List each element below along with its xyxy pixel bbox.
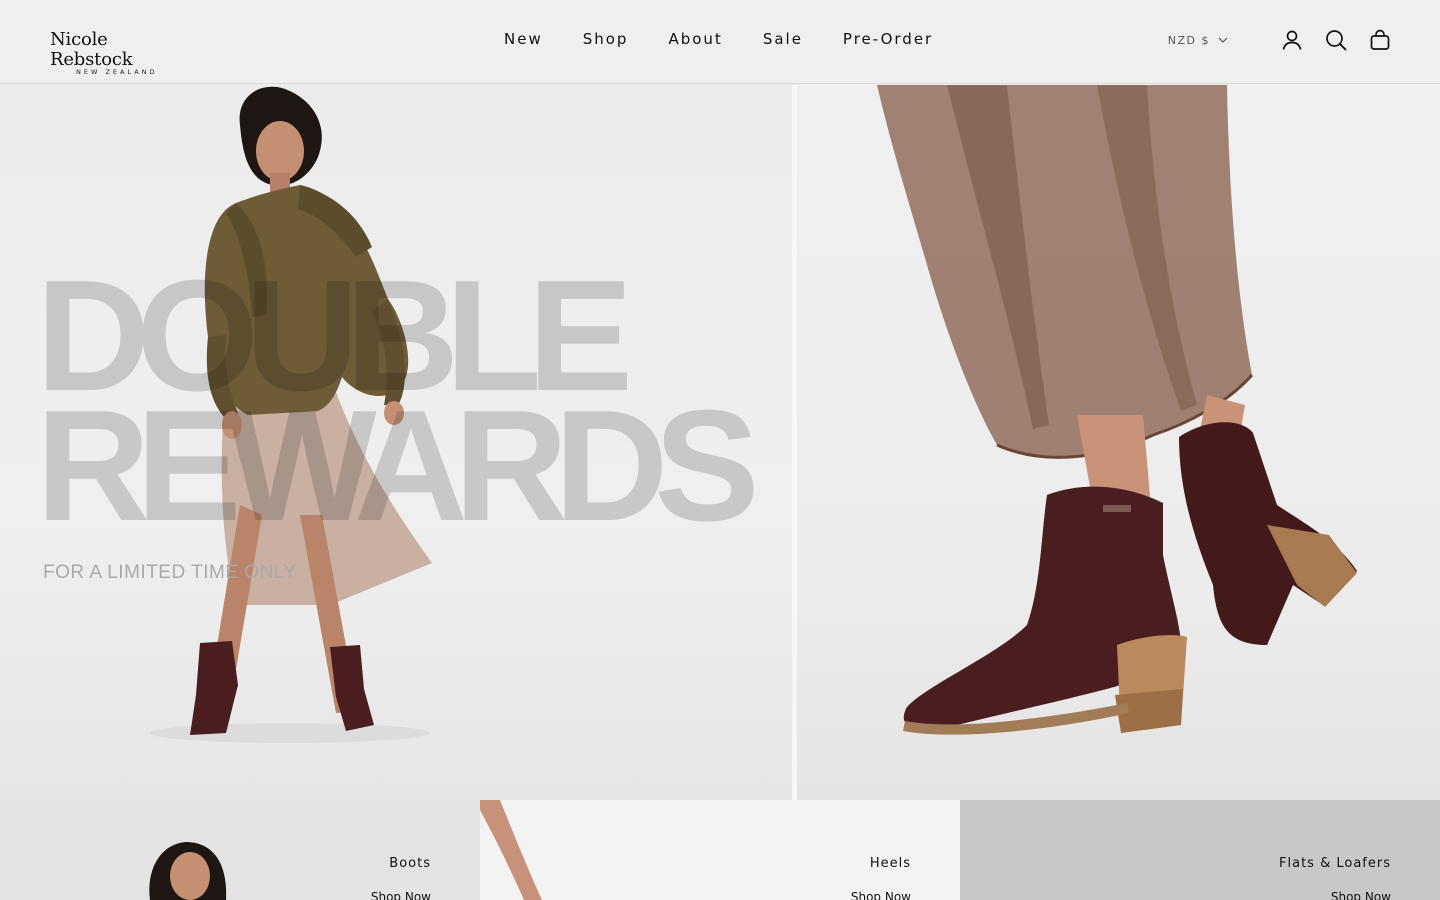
hero-subheadline: FOR A LIMITED TIME ONLY <box>43 562 297 583</box>
category-tiles: Boots Shop Now Heels Shop Now Flats & Lo… <box>0 800 1440 900</box>
shop-now-link[interactable]: Shop Now <box>1331 890 1391 900</box>
category-title: Heels <box>869 856 911 871</box>
nav-item-about[interactable]: About <box>668 30 722 48</box>
header-actions: NZD $ <box>1168 28 1392 52</box>
brand-logo[interactable]: Nicole Rebstock NEW ZEALAND <box>50 29 190 77</box>
category-tile-boots[interactable]: Boots Shop Now <box>0 800 480 900</box>
category-image-heels <box>480 800 542 900</box>
hero-headline: DOUBLE REWARDS <box>36 248 760 554</box>
brand-name: Nicole Rebstock <box>50 29 133 70</box>
hero-image-model: DOUBLE REWARDS FOR A LIMITED TIME ONLY <box>0 85 792 800</box>
chevron-down-icon <box>1218 37 1228 43</box>
category-title: Flats & Loafers <box>1279 856 1391 871</box>
brand-subtitle: NEW ZEALAND <box>76 68 158 76</box>
category-title: Boots <box>389 856 431 871</box>
category-tile-flats-loafers[interactable]: Flats & Loafers Shop Now <box>960 800 1440 900</box>
main-nav: New Shop About Sale Pre-Order <box>504 30 933 48</box>
currency-selector[interactable]: NZD $ <box>1168 34 1228 47</box>
site-header: Nicole Rebstock NEW ZEALAND New Shop Abo… <box>0 0 1440 84</box>
category-image-boots <box>149 842 227 900</box>
hero-banner[interactable]: DOUBLE REWARDS FOR A LIMITED TIME ONLY <box>0 85 1440 800</box>
nav-item-new[interactable]: New <box>504 30 543 48</box>
account-icon[interactable] <box>1280 28 1304 52</box>
boots-illustration <box>877 85 1357 735</box>
shop-now-link[interactable]: Shop Now <box>371 890 431 900</box>
shop-now-link[interactable]: Shop Now <box>851 890 911 900</box>
category-tile-heels[interactable]: Heels Shop Now <box>480 800 960 900</box>
nav-item-shop[interactable]: Shop <box>583 30 629 48</box>
nav-item-pre-order[interactable]: Pre-Order <box>843 30 933 48</box>
currency-label: NZD $ <box>1167 33 1210 47</box>
nav-item-sale[interactable]: Sale <box>763 30 803 48</box>
hero-image-boots <box>797 85 1440 800</box>
search-icon[interactable] <box>1324 28 1348 52</box>
cart-icon[interactable] <box>1368 28 1392 52</box>
